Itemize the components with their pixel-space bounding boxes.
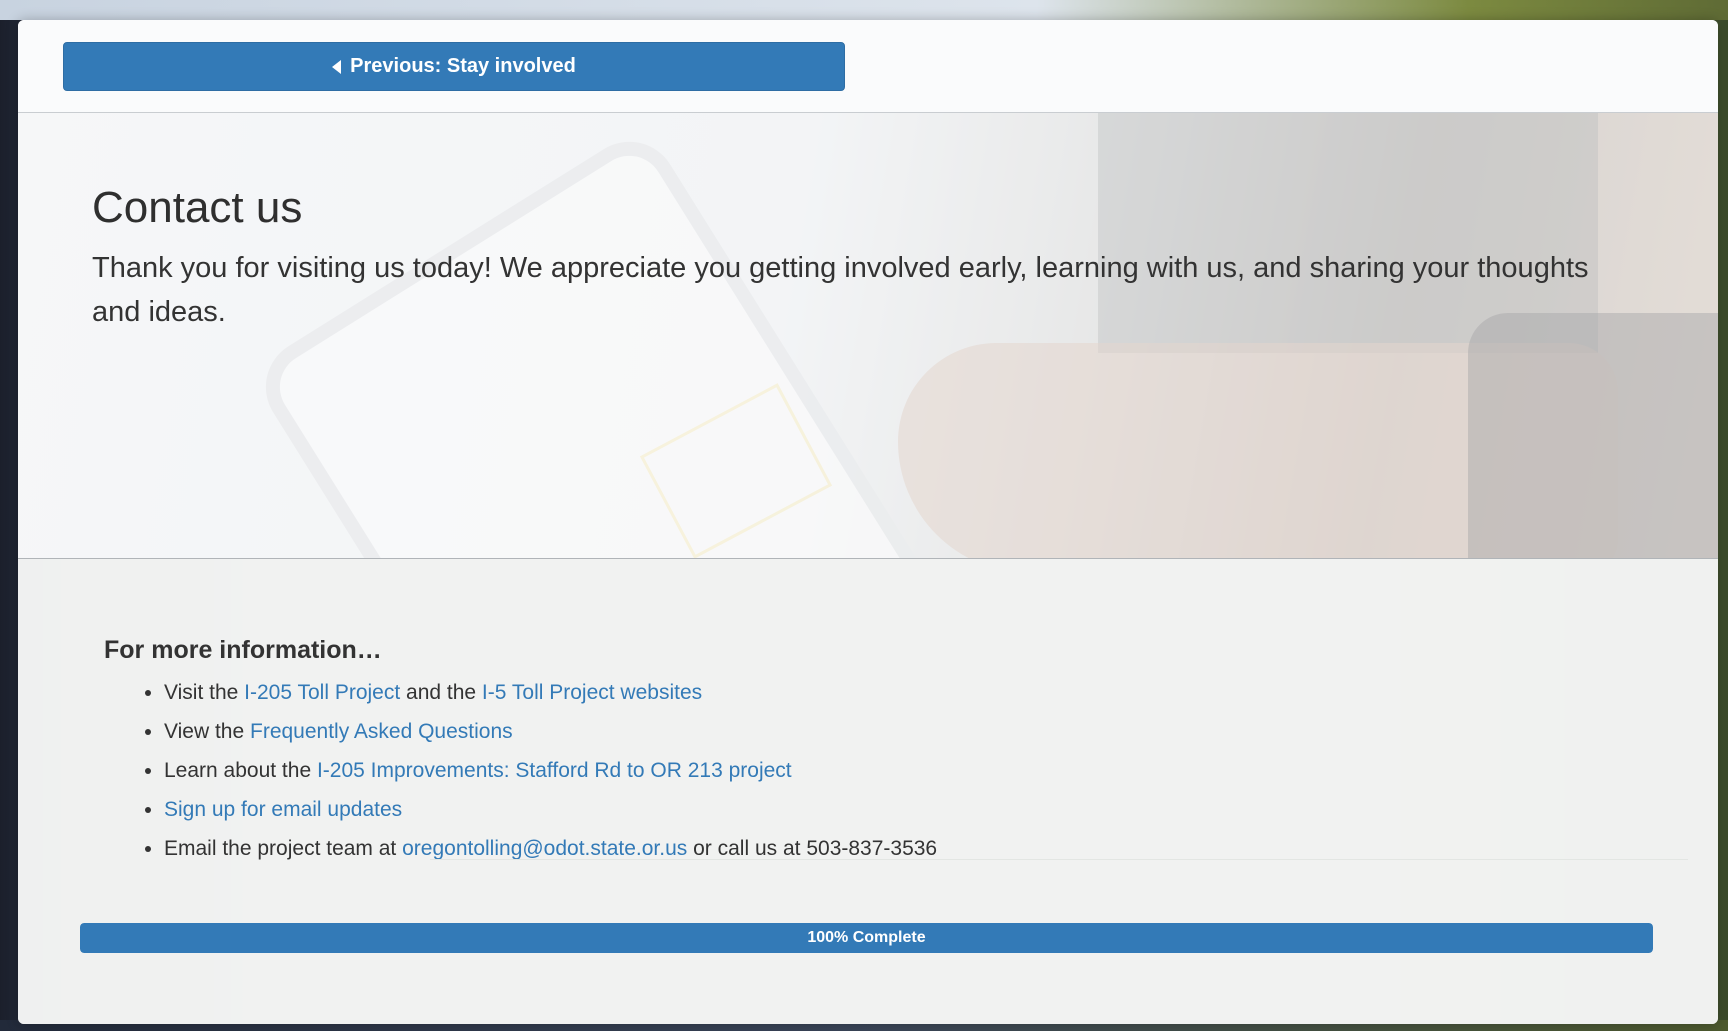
progress-label: 100% Complete (807, 929, 926, 946)
email-address-link[interactable]: oregontolling@odot.state.or.us (402, 837, 687, 860)
hero-banner: Contact us Thank you for visiting us tod… (18, 113, 1718, 559)
previous-button-label: Previous: Stay involved (350, 55, 576, 77)
survey-panel: Previous: Stay involved Contact us Thank… (18, 20, 1718, 1024)
info-section: For more information… Visit the I-205 To… (18, 559, 1718, 1024)
list-item-text: or call us at 503-837-3536 (687, 837, 938, 860)
i5-toll-project-link[interactable]: I-5 Toll Project websites (482, 681, 702, 704)
faq-link[interactable]: Frequently Asked Questions (250, 720, 513, 743)
list-item: Learn about the I-205 Improvements: Staf… (164, 751, 937, 790)
list-item-text: and the (400, 681, 482, 704)
previous-button[interactable]: Previous: Stay involved (63, 42, 845, 91)
list-item-text: Learn about the (164, 759, 317, 782)
background-top (0, 0, 1728, 20)
info-heading: For more information… (104, 636, 382, 664)
progress-bar: 100% Complete (80, 923, 1653, 953)
info-list: Visit the I-205 Toll Project and the I-5… (104, 673, 937, 868)
progress-bar-fill: 100% Complete (80, 923, 1653, 953)
hero-overlay (18, 113, 1718, 558)
list-item: Visit the I-205 Toll Project and the I-5… (164, 673, 937, 712)
i205-toll-project-link[interactable]: I-205 Toll Project (244, 681, 400, 704)
list-item-text: Email the project team at (164, 837, 403, 860)
list-item-text: View the (164, 720, 250, 743)
page-title: Contact us (92, 183, 303, 232)
navigation-bar: Previous: Stay involved (18, 20, 1718, 113)
i205-improvements-link[interactable]: I-205 Improvements: Stafford Rd to OR 21… (317, 759, 792, 782)
hero-text: Thank you for visiting us today! We appr… (92, 252, 1589, 328)
list-item: Email the project team at oregontolling@… (164, 829, 937, 868)
list-item-text: Visit the (164, 681, 245, 704)
caret-left-icon (332, 59, 342, 74)
email-signup-link[interactable]: Sign up for email updates (164, 798, 402, 821)
list-item: View the Frequently Asked Questions (164, 712, 937, 751)
divider (430, 859, 1688, 860)
list-item: Sign up for email updates (164, 790, 937, 829)
